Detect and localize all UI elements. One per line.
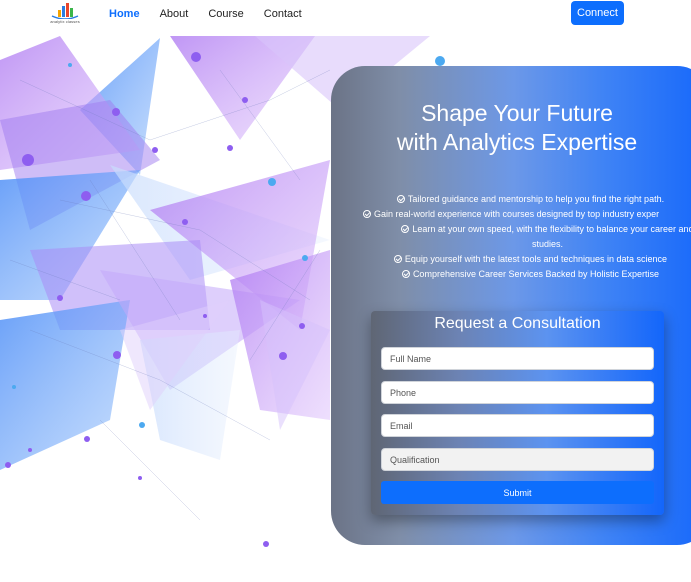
qualification-input[interactable]: Qualification [381, 448, 654, 471]
brand-logo[interactable]: analytix classes [42, 2, 88, 26]
bar-chart-logo-icon [51, 3, 79, 19]
hero-title: Shape Your Future with Analytics Experti… [331, 99, 691, 157]
phone-input[interactable]: Phone [381, 381, 654, 404]
submit-button[interactable]: Submit [381, 481, 654, 504]
feature-item: Gain real-world experience with courses … [358, 207, 691, 222]
hero-title-line1: Shape Your Future [421, 100, 613, 126]
email-input[interactable]: Email [381, 414, 654, 437]
check-circle-icon [401, 270, 410, 278]
feature-item: Equip yourself with the latest tools and… [358, 252, 691, 267]
nav-contact-link[interactable]: Contact [264, 7, 302, 21]
full-name-input[interactable]: Full Name [381, 347, 654, 370]
navbar: analytix classes Home About Course Conta… [0, 0, 691, 36]
check-circle-icon [363, 210, 371, 218]
nav-about-link[interactable]: About [160, 7, 189, 21]
feature-list: Tailored guidance and mentorship to help… [358, 192, 691, 282]
consultation-form: Request a Consultation Full Name Phone E… [371, 311, 664, 515]
nav-course-link[interactable]: Course [208, 7, 243, 21]
feature-item: Tailored guidance and mentorship to help… [358, 192, 691, 207]
connect-button[interactable]: Connect [571, 1, 624, 25]
nav-links: Home About Course Contact [109, 7, 322, 21]
form-title: Request a Consultation [434, 315, 601, 332]
check-circle-icon [396, 195, 405, 203]
feature-item: Comprehensive Career Services Backed by … [358, 267, 691, 282]
check-circle-icon [401, 225, 410, 233]
logo-text: analytix classes [50, 19, 80, 24]
nav-home-link[interactable]: Home [109, 7, 140, 21]
check-circle-icon [393, 255, 402, 263]
hero-title-line2: with Analytics Expertise [396, 129, 638, 155]
feature-item: Learn at your own speed, with the flexib… [358, 222, 691, 252]
